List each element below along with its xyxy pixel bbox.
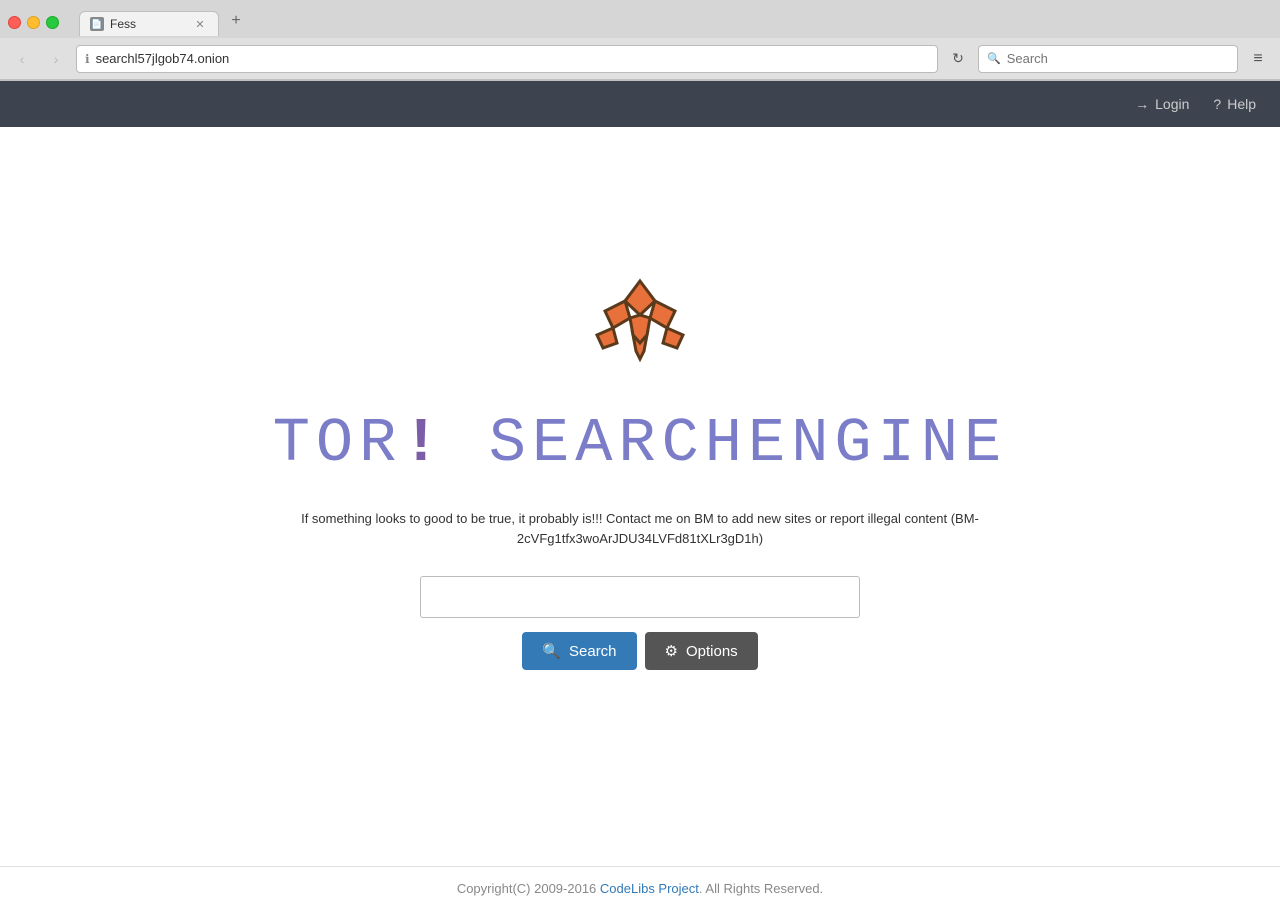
site-footer: Copyright(C) 2009-2016 CodeLibs Project.… xyxy=(0,866,1280,910)
maximize-button[interactable] xyxy=(46,16,59,29)
footer-suffix: . All Rights Reserved. xyxy=(699,881,823,896)
active-tab[interactable]: 📄 Fess ✕ xyxy=(79,11,219,36)
main-search-input[interactable] xyxy=(420,576,860,618)
search-button-label: Search xyxy=(569,643,617,660)
reload-button[interactable]: ↻ xyxy=(944,45,972,73)
toolbar: ‹ › ℹ ↻ 🔍 ≡ xyxy=(0,38,1280,80)
site-navbar: → Login ? Help xyxy=(0,81,1280,127)
options-button-label: Options xyxy=(686,643,738,660)
title-exclamation: ! xyxy=(402,408,445,479)
button-row: 🔍 Search ⚙ Options xyxy=(522,632,757,670)
title-part1: Tor xyxy=(273,408,403,479)
minimize-button[interactable] xyxy=(27,16,40,29)
info-icon: ℹ xyxy=(85,52,90,66)
tab-close-button[interactable]: ✕ xyxy=(192,16,208,32)
close-button[interactable] xyxy=(8,16,21,29)
login-link[interactable]: → Login xyxy=(1135,96,1189,112)
login-label: Login xyxy=(1155,96,1189,112)
footer-link[interactable]: CodeLibs Project xyxy=(600,881,699,896)
help-link[interactable]: ? Help xyxy=(1213,96,1256,112)
footer-copyright: Copyright(C) 2009-2016 xyxy=(457,881,600,896)
site-title: Tor! SearchEngine xyxy=(273,408,1008,479)
title-part2: SearchEngine xyxy=(489,408,1007,479)
browser-chrome: 📄 Fess ✕ + ‹ › ℹ ↻ 🔍 ≡ xyxy=(0,0,1280,81)
browser-search-bar: 🔍 xyxy=(978,45,1238,73)
back-button[interactable]: ‹ xyxy=(8,45,36,73)
browser-search-icon: 🔍 xyxy=(987,52,1001,65)
new-tab-button[interactable]: + xyxy=(223,8,249,34)
title-bar: 📄 Fess ✕ + xyxy=(0,0,1280,38)
tab-bar: 📄 Fess ✕ + xyxy=(79,8,1272,36)
options-icon: ⚙ xyxy=(665,642,678,660)
window-controls xyxy=(8,16,59,29)
options-button[interactable]: ⚙ Options xyxy=(645,632,758,670)
search-button-icon: 🔍 xyxy=(542,642,561,660)
site-logo xyxy=(575,263,705,383)
address-input[interactable] xyxy=(96,51,929,66)
logo-container xyxy=(575,263,705,388)
forward-button[interactable]: › xyxy=(42,45,70,73)
tab-title: Fess xyxy=(110,17,186,31)
address-bar: ℹ xyxy=(76,45,938,73)
help-label: Help xyxy=(1227,96,1256,112)
login-icon: → xyxy=(1135,96,1149,112)
help-icon: ? xyxy=(1213,96,1221,112)
browser-menu-button[interactable]: ≡ xyxy=(1244,45,1272,73)
search-button[interactable]: 🔍 Search xyxy=(522,632,636,670)
main-content: Tor! SearchEngine If something looks to … xyxy=(0,127,1280,866)
site-subtitle: If something looks to good to be true, i… xyxy=(260,509,1020,548)
search-area: 🔍 Search ⚙ Options xyxy=(0,576,1280,670)
tab-favicon: 📄 xyxy=(90,17,104,31)
browser-search-input[interactable] xyxy=(1007,51,1229,66)
